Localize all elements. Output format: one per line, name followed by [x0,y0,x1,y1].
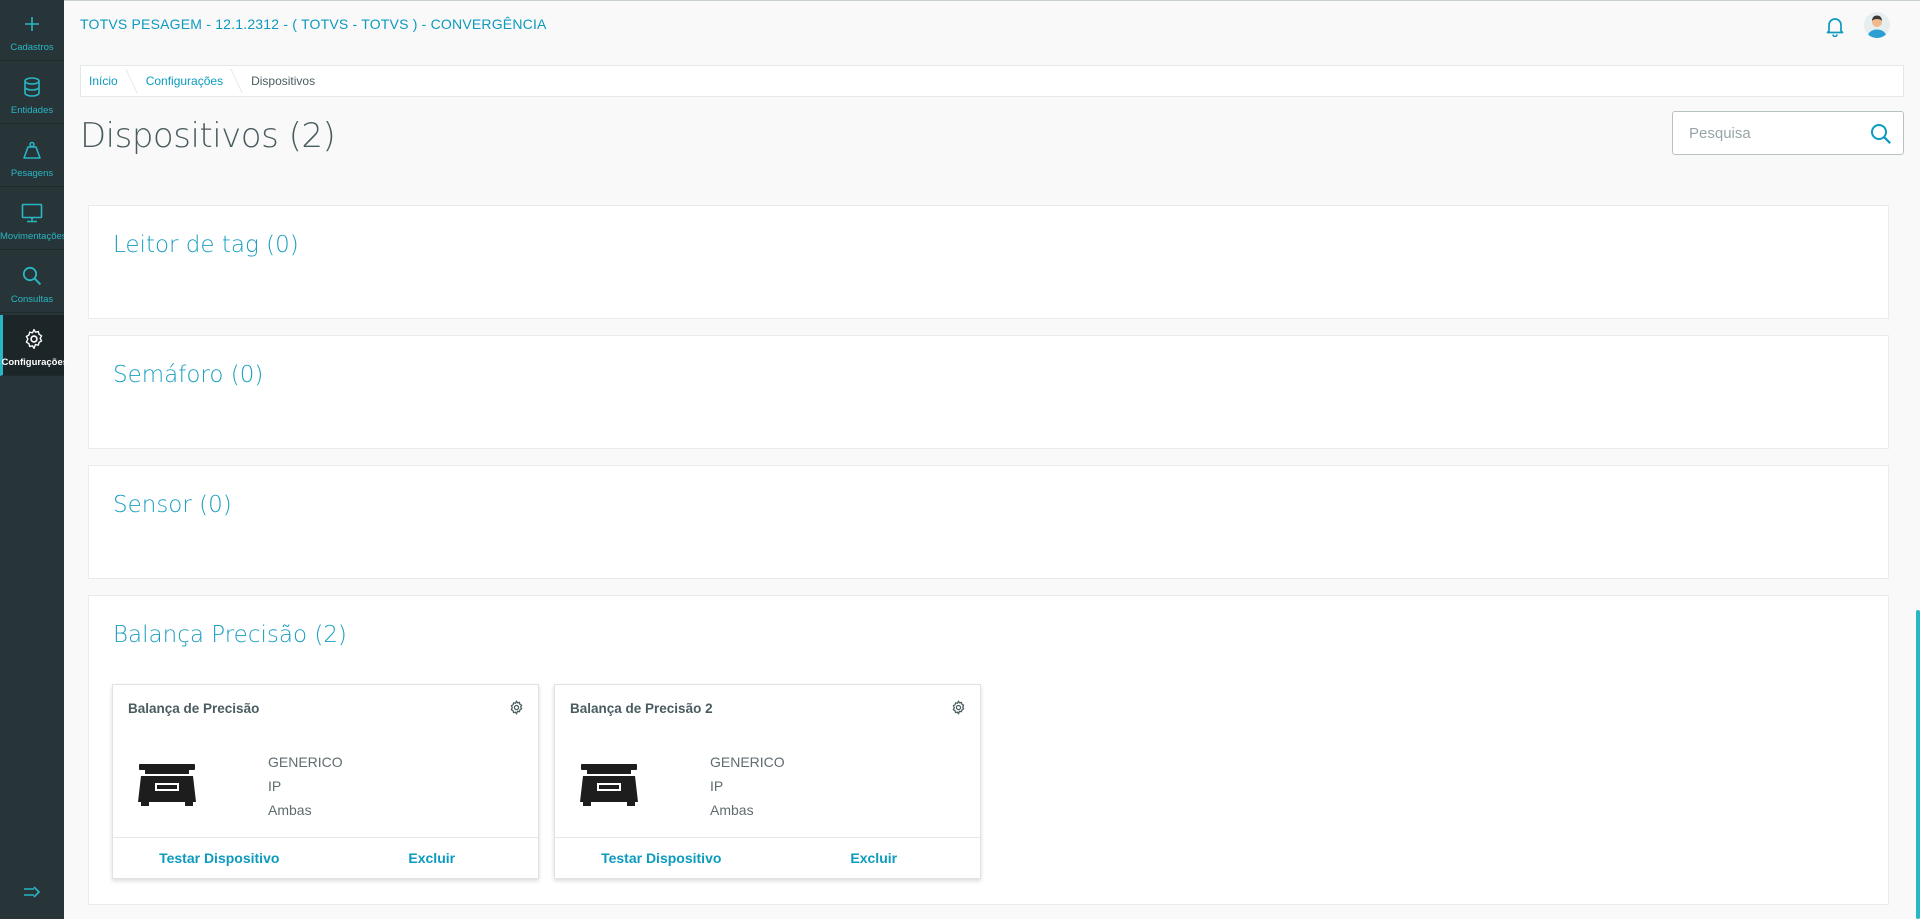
collapse-menu-button[interactable] [0,879,64,909]
database-icon [20,75,44,99]
device-mode: Ambas [710,802,754,818]
gear-icon [22,327,46,351]
section-sensor: Sensor (0) [88,465,1889,579]
search-icon[interactable] [1869,122,1893,146]
delete-device-button[interactable]: Excluir [768,838,981,878]
notifications-button[interactable] [1824,15,1846,38]
sidebar-item-label: Configurações [1,357,66,368]
device-connection: IP [710,778,724,794]
sidebar-item-cadastros[interactable]: Cadastros [0,0,64,61]
top-bar: TOTVS PESAGEM - 12.1.2312 - ( TOTVS - TO… [64,0,1920,50]
device-card: Balança de Precisão 2 GENERICO IP Ambas … [554,684,981,879]
section-title: Balança Precisão (2) [113,622,347,648]
user-avatar[interactable] [1864,12,1890,38]
precision-scale-icon [137,764,197,806]
sidebar: Cadastros Entidades Pesagens Movimentaçõ… [0,0,66,919]
page-title: Dispositivos (2) [80,116,336,156]
sidebar-item-pesagens[interactable]: Pesagens [0,126,64,187]
device-brand: GENERICO [268,754,343,770]
section-title: Semáforo (0) [113,362,264,388]
monitor-icon [20,201,44,225]
sidebar-item-label: Consultas [10,294,54,305]
precision-scale-icon [579,764,639,806]
search-box [1672,111,1904,155]
plus-icon [20,12,44,36]
collapse-menu-icon [23,885,41,904]
sidebar-item-configuracoes[interactable]: Configurações [0,315,66,376]
user-avatar-icon [1864,15,1890,38]
card-actions: Testar Dispositivo Excluir [113,837,538,878]
sidebar-item-label: Movimentações [0,231,64,242]
sidebar-item-label: Cadastros [10,42,54,53]
breadcrumb-inicio[interactable]: Início [81,66,132,96]
device-brand: GENERICO [710,754,785,770]
breadcrumb-configuracoes[interactable]: Configurações [132,66,237,96]
settings-gear-icon[interactable] [509,700,524,715]
breadcrumb-dispositivos: Dispositivos [251,74,316,88]
search-icon [20,264,44,288]
card-actions: Testar Dispositivo Excluir [555,837,980,878]
vertical-scrollbar[interactable] [1916,610,1920,919]
test-device-button[interactable]: Testar Dispositivo [555,838,768,878]
delete-device-button[interactable]: Excluir [326,838,539,878]
test-device-button[interactable]: Testar Dispositivo [113,838,326,878]
search-input[interactable] [1673,113,1863,153]
section-title: Sensor (0) [113,492,232,518]
device-connection: IP [268,778,282,794]
weight-icon [20,138,44,162]
section-leitor-de-tag: Leitor de tag (0) [88,205,1889,319]
bell-icon [1824,18,1846,41]
breadcrumb: Início Configurações Dispositivos [80,65,1904,97]
section-title: Leitor de tag (0) [113,232,299,258]
section-semaforo: Semáforo (0) [88,335,1889,449]
device-name: Balança de Precisão 2 [570,701,713,716]
sidebar-item-label: Pesagens [10,168,54,179]
settings-gear-icon[interactable] [951,700,966,715]
device-mode: Ambas [268,802,312,818]
device-card: Balança de Precisão GENERICO IP Ambas Te… [112,684,539,879]
sidebar-item-movimentacoes[interactable]: Movimentações [0,189,64,250]
sidebar-item-entidades[interactable]: Entidades [0,63,64,124]
sidebar-item-consultas[interactable]: Consultas [0,252,64,313]
device-name: Balança de Precisão [128,701,260,716]
app-title: TOTVS PESAGEM - 12.1.2312 - ( TOTVS - TO… [80,16,547,32]
sidebar-item-label: Entidades [10,105,54,116]
